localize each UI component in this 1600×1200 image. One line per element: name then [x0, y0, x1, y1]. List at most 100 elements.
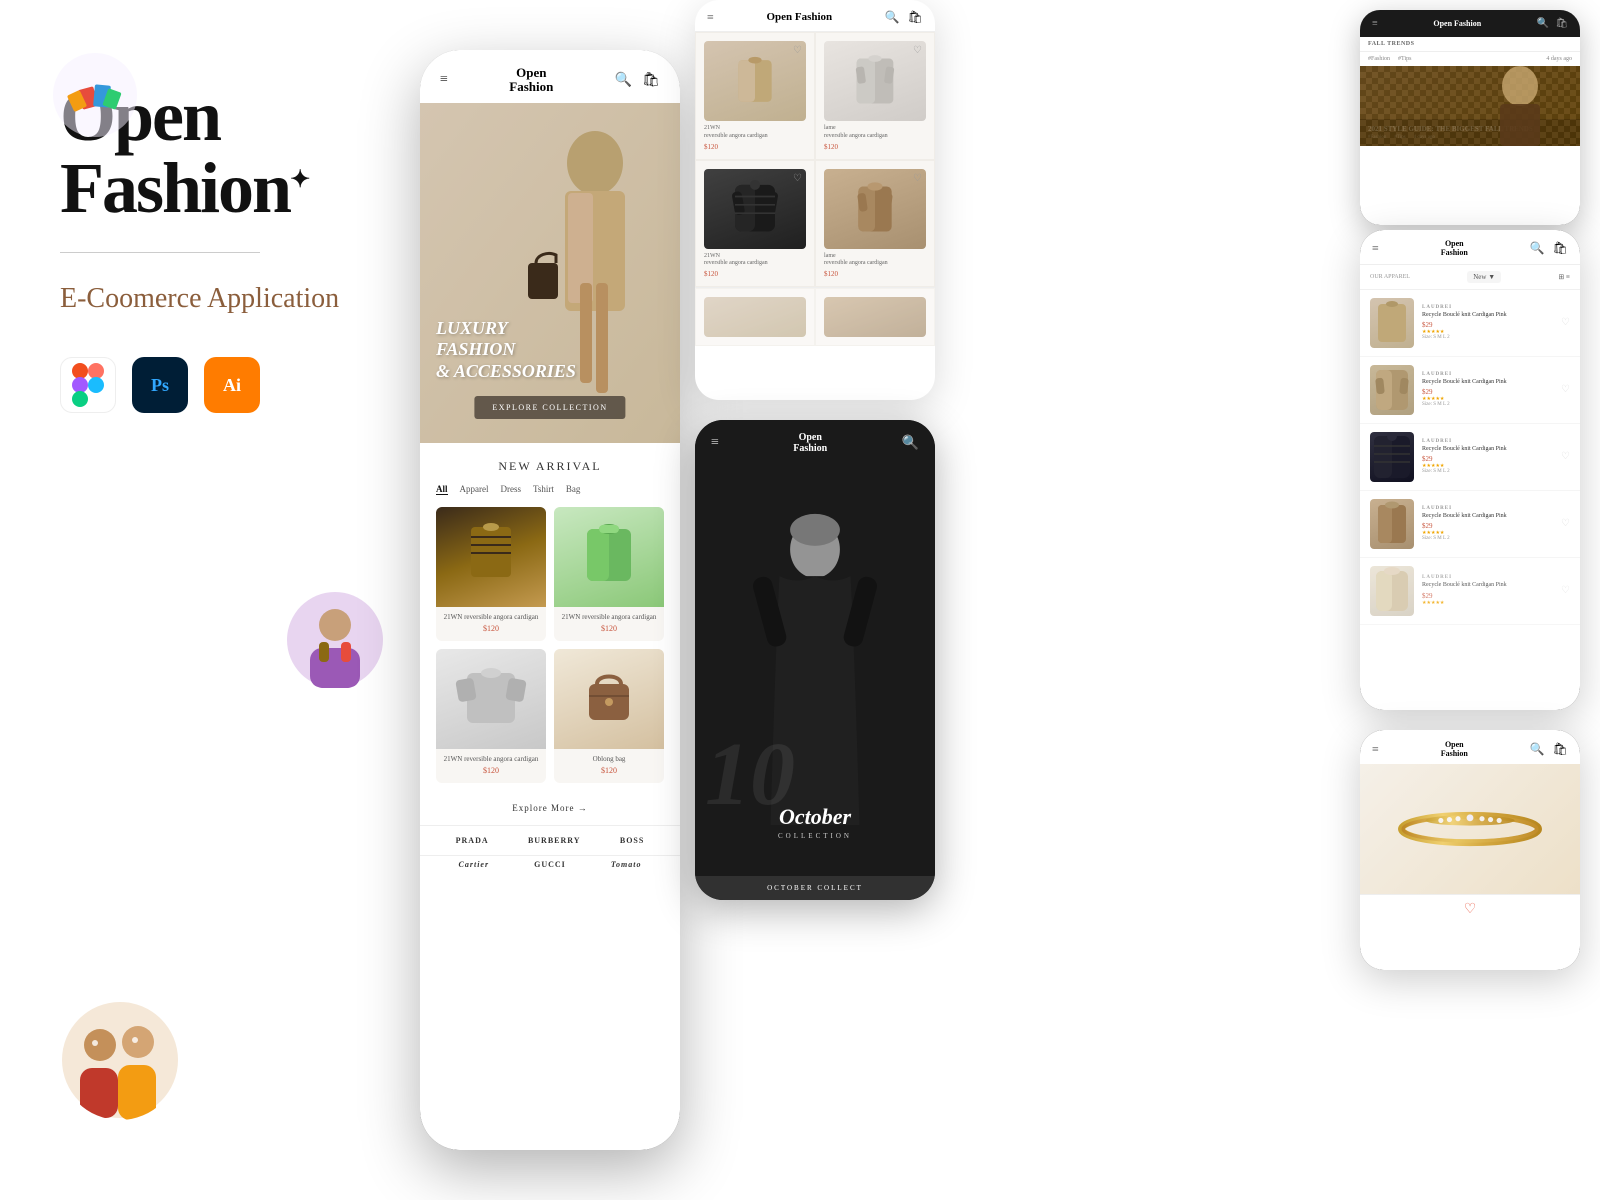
list-item-wishlist[interactable]: ♡: [1561, 585, 1570, 596]
fall-trends-label: FALL TRENDS: [1360, 37, 1580, 52]
jewelry-more-indicator: ♡: [1360, 894, 1580, 924]
list-filter-row: OUR APPAREL New ▼ ⊞ ≡: [1360, 265, 1580, 290]
list-item: [695, 288, 815, 346]
blog-search-icon[interactable]: 🔍: [1537, 18, 1549, 29]
brand-tomato: Tomato: [611, 860, 642, 869]
hero-section: LUXURY FASHION & ACCESSORIES EXPLORE COL…: [420, 103, 680, 443]
illustrator-icon[interactable]: Ai: [204, 357, 260, 413]
title-divider: [60, 252, 260, 253]
blog-cart-icon[interactable]: 🛍: [1555, 18, 1568, 29]
list-item[interactable]: LAUDREI Recycle Bouclé knit Cardigan Pin…: [1360, 558, 1580, 625]
wishlist-heart[interactable]: ♡: [793, 45, 802, 56]
list-item-wishlist[interactable]: ♡: [1561, 317, 1570, 328]
avatar-people: [60, 1000, 180, 1120]
brand-logos-row: PRADA BURBERRY BOSS: [420, 825, 680, 855]
wishlist-heart[interactable]: ♡: [793, 173, 802, 184]
list-item-wishlist[interactable]: ♡: [1561, 384, 1570, 395]
pg-search-icon[interactable]: 🔍: [885, 10, 900, 25]
jewelry-logo: Open Fashion: [1441, 740, 1468, 758]
products-grid: 21WN reversible angora cardigan $120: [436, 507, 664, 783]
list-item[interactable]: LAUDREI Recycle Bouclé knit Cardigan Pin…: [1360, 357, 1580, 424]
brand-cartier: Cartier: [459, 860, 490, 869]
list-item-wishlist[interactable]: ♡: [1561, 518, 1570, 529]
pg-item-brand: 21WN: [704, 253, 806, 261]
blog-screen: ≡ Open Fashion 🔍 🛍 FALL TRENDS #Fashion …: [1360, 10, 1580, 225]
oct-logo: Open Fashion: [793, 432, 827, 454]
photoshop-icon[interactable]: Ps: [132, 357, 188, 413]
explore-more-link[interactable]: Explore More →: [420, 791, 680, 825]
brand-logos-row-2: Cartier GUCCI Tomato: [420, 855, 680, 879]
pg-partial-row: [695, 287, 935, 346]
october-footer: OCTOBER COLLECT: [695, 876, 935, 900]
pg-menu-icon[interactable]: ≡: [707, 10, 714, 25]
jewelry-menu-icon[interactable]: ≡: [1372, 742, 1379, 757]
blog-header: ≡ Open Fashion 🔍 🛍: [1360, 10, 1580, 37]
pg-item-brand: 21WN: [704, 125, 806, 133]
pg-cart-icon[interactable]: 🛍: [908, 10, 923, 25]
category-tabs: All Apparel Dress Tshirt Bag: [436, 484, 664, 495]
list-item-details: LAUDREI Recycle Bouclé knit Cardigan Pin…: [1422, 506, 1553, 542]
list-logo: Open Fashion: [1441, 240, 1468, 258]
blog-date: 4 days ago: [1546, 56, 1572, 62]
oct-menu-icon[interactable]: ≡: [711, 435, 719, 451]
list-cart-icon[interactable]: 🛍: [1553, 241, 1568, 256]
tab-bag[interactable]: Bag: [566, 484, 581, 495]
product-card[interactable]: 21WN reversible angora cardigan $120: [436, 507, 546, 641]
october-title: October COLLECTION: [695, 804, 935, 840]
list-search-icon[interactable]: 🔍: [1530, 241, 1545, 256]
tab-dress[interactable]: Dress: [501, 484, 522, 495]
product-card[interactable]: Oblong bag $120: [554, 649, 664, 783]
list-item[interactable]: ♡ 21WN reversible angora cardigan $120: [695, 32, 815, 160]
list-item-details: LAUDREI Recycle Bouclé knit Cardigan Pin…: [1422, 372, 1553, 408]
pg-item-brand: lame: [824, 125, 926, 133]
figma-icon[interactable]: [60, 357, 116, 413]
blog-tags-row: #Fashion #Tips 4 days ago: [1360, 52, 1580, 66]
list-item[interactable]: LAUDREI Recycle Bouclé knit Cardigan Pin…: [1360, 491, 1580, 558]
list-item-details: LAUDREI Recycle Bouclé knit Cardigan Pin…: [1422, 575, 1553, 606]
brand-prada: PRADA: [456, 836, 489, 845]
jewelry-screen: ≡ Open Fashion 🔍 🛍: [1360, 730, 1580, 970]
blog-article-image: 2021 STYLE GUIDE: THE BIGGEST FALL TREND…: [1360, 66, 1580, 146]
list-item-details: LAUDREI Recycle Bouclé knit Cardigan Pin…: [1422, 305, 1553, 341]
list-screen: ≡ Open Fashion 🔍 🛍 OUR APPAREL New ▼ ⊞ ≡…: [1360, 230, 1580, 710]
list-filter-button[interactable]: New ▼: [1467, 271, 1501, 283]
jewelry-heart-icon[interactable]: ♡: [1464, 902, 1477, 917]
list-item[interactable]: ♡ 21WN reversible angora cardigan $120: [695, 160, 815, 288]
product-grid-items: ♡ 21WN reversible angora cardigan $120 ♡…: [695, 32, 935, 287]
cart-icon[interactable]: 🛍: [642, 72, 660, 89]
tab-apparel[interactable]: Apparel: [460, 484, 489, 495]
list-menu-icon[interactable]: ≡: [1372, 241, 1379, 256]
left-panel: Open Fashion✦ E-Coomerce Application Ps …: [0, 0, 420, 1200]
main-phone-header: ≡ Open Fashion 🔍 🛍: [420, 50, 680, 103]
blog-menu-icon[interactable]: ≡: [1372, 18, 1378, 29]
blog-tag-fashion: #Fashion: [1368, 56, 1390, 62]
oct-search-icon[interactable]: 🔍: [902, 435, 919, 452]
jewelry-header-icons: 🔍 🛍: [1530, 742, 1568, 757]
list-item[interactable]: ♡ lame reversible angora cardigan $120: [815, 32, 935, 160]
blog-tag-tips: #Tips: [1398, 56, 1411, 62]
list-header-icons: 🔍 🛍: [1530, 241, 1568, 256]
tab-all[interactable]: All: [436, 484, 448, 495]
wishlist-heart[interactable]: ♡: [913, 45, 922, 56]
list-item-details: LAUDREI Recycle Bouclé knit Cardigan Pin…: [1422, 439, 1553, 475]
hero-text: LUXURY FASHION & ACCESSORIES: [436, 318, 576, 383]
list-view-toggle[interactable]: ⊞ ≡: [1558, 273, 1570, 281]
list-item[interactable]: LAUDREI Recycle Bouclé knit Cardigan Pin…: [1360, 424, 1580, 491]
product-card[interactable]: 21WN reversible angora cardigan $120: [554, 507, 664, 641]
list-item[interactable]: LAUDREI Recycle Bouclé knit Cardigan Pin…: [1360, 290, 1580, 357]
product-card[interactable]: 21WN reversible angora cardigan $120: [436, 649, 546, 783]
search-icon[interactable]: 🔍: [615, 72, 632, 89]
jewelry-cart-icon[interactable]: 🛍: [1553, 742, 1568, 757]
menu-icon[interactable]: ≡: [440, 72, 448, 88]
list-item-wishlist[interactable]: ♡: [1561, 451, 1570, 462]
new-arrival-title: NEW ARRIVAL: [436, 459, 664, 474]
jewelry-header: ≡ Open Fashion 🔍 🛍: [1360, 730, 1580, 764]
wishlist-heart[interactable]: ♡: [913, 173, 922, 184]
explore-collection-button[interactable]: EXPLORE COLLECTION: [474, 396, 625, 419]
tab-tshirt[interactable]: Tshirt: [533, 484, 554, 495]
list-item[interactable]: ♡ lame reversible angora cardigan $120: [815, 160, 935, 288]
brand-gucci: GUCCI: [534, 860, 566, 869]
phone-logo: Open Fashion: [509, 66, 553, 95]
pg-item-brand: lame: [824, 253, 926, 261]
jewelry-search-icon[interactable]: 🔍: [1530, 742, 1545, 757]
